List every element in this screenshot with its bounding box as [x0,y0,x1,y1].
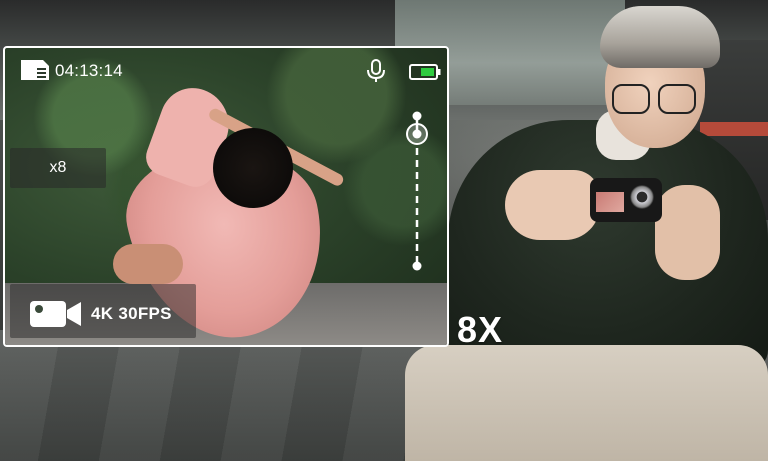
person-right-hand [655,185,720,280]
camera-viewfinder: 04:13:14 x8 4K 30FPS [3,46,449,347]
dancer-leg [113,244,183,284]
screen: 04:13:14 x8 4K 30FPS 8X [0,0,768,461]
zoom-slider-thumb-inner [412,129,422,139]
microphone-icon[interactable] [365,58,387,84]
recording-timer: 04:13:14 [55,61,123,80]
zoom-level-label[interactable]: x8 [10,148,106,188]
action-camera-lens [630,185,654,209]
sd-card-icon [21,60,49,80]
person-pants [405,345,768,461]
glasses-left-lens [612,84,650,114]
dancer-hair [213,128,293,208]
zoom-slider-min-dot [412,261,422,271]
person-left-hand [505,170,600,240]
person-hair [600,6,720,68]
zoom-caption: 8X [457,309,504,350]
glasses-right-lens [658,84,696,114]
zoom-slider[interactable] [397,106,437,276]
video-camera-icon [30,301,81,327]
action-camera-screen [596,192,624,212]
battery-icon [409,64,441,80]
background-red-panel [700,122,768,136]
recording-mode-label: 4K 30FPS [91,304,172,323]
